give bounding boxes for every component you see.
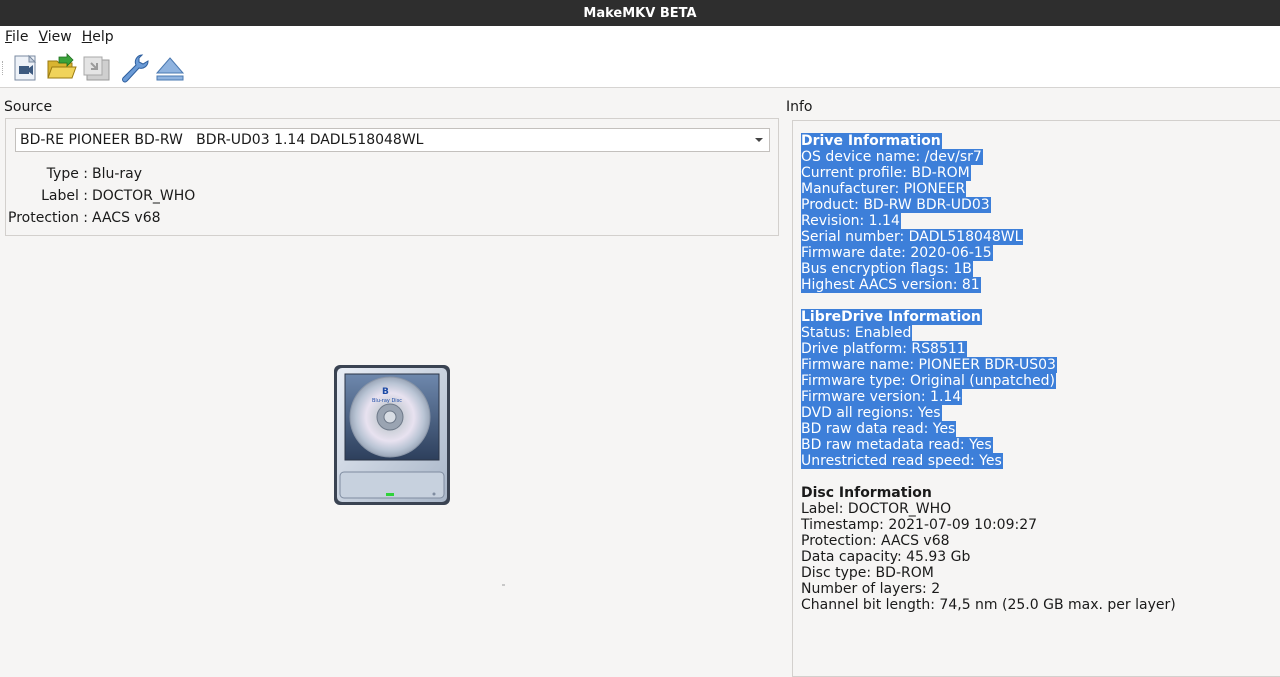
info-line: Current profile: BD-ROM bbox=[801, 165, 971, 181]
type-row: Type : Blu-ray bbox=[6, 164, 142, 184]
info-line: Highest AACS version: 81 bbox=[801, 277, 981, 293]
menu-bar: File View Help bbox=[0, 26, 1280, 47]
drive-select[interactable]: BD-RE PIONEER BD-RW BDR-UD03 1.14 DADL51… bbox=[15, 128, 770, 152]
info-line: OS device name: /dev/sr7 bbox=[801, 149, 983, 165]
info-line: BD raw metadata read: Yes bbox=[801, 437, 993, 453]
toolbar-grip[interactable] bbox=[2, 61, 5, 75]
backup-button[interactable] bbox=[81, 52, 113, 84]
info-line: Disc type: BD-ROM bbox=[801, 565, 934, 581]
source-panel: BD-RE PIONEER BD-RW BDR-UD03 1.14 DADL51… bbox=[5, 118, 779, 236]
splitter-handle[interactable] bbox=[502, 584, 505, 586]
drive-select-value: BD-RE PIONEER BD-RW BDR-UD03 1.14 DADL51… bbox=[20, 132, 424, 148]
info-line: Bus encryption flags: 1B bbox=[801, 261, 973, 277]
type-value: Blu-ray bbox=[92, 166, 143, 182]
drive-info-heading: Drive Information bbox=[801, 133, 942, 149]
type-label: Type : bbox=[46, 166, 88, 182]
open-files-icon bbox=[47, 53, 77, 79]
info-line: Drive platform: RS8511 bbox=[801, 341, 967, 357]
info-line: Revision: 1.14 bbox=[801, 213, 901, 229]
info-line: BD raw data read: Yes bbox=[801, 421, 957, 437]
label-row: Label : DOCTOR_WHO bbox=[6, 186, 195, 206]
menu-view[interactable]: View bbox=[33, 29, 76, 45]
chevron-down-icon[interactable] bbox=[755, 138, 763, 142]
source-panel-title: Source bbox=[4, 99, 53, 115]
info-line: Serial number: DADL518048WL bbox=[801, 229, 1024, 245]
eject-button[interactable] bbox=[154, 52, 186, 84]
menu-help[interactable]: Help bbox=[77, 29, 119, 45]
protection-row: Protection : AACS v68 bbox=[6, 208, 161, 228]
info-line: Firmware name: PIONEER BDR-US03 bbox=[801, 357, 1057, 373]
info-panel-title: Info bbox=[786, 99, 813, 115]
info-line: Firmware version: 1.14 bbox=[801, 389, 963, 405]
libredrive-info-heading: LibreDrive Information bbox=[801, 309, 982, 325]
info-panel: Drive Information OS device name: /dev/s… bbox=[792, 120, 1280, 677]
info-line: Number of layers: 2 bbox=[801, 581, 941, 597]
info-line: Channel bit length: 74,5 nm (25.0 GB max… bbox=[801, 597, 1176, 613]
disc-info-heading: Disc Information bbox=[801, 485, 932, 501]
info-text[interactable]: Drive Information OS device name: /dev/s… bbox=[801, 133, 1176, 613]
info-line: Unrestricted read speed: Yes bbox=[801, 453, 1003, 469]
protection-label: Protection : bbox=[8, 210, 88, 226]
info-line: Timestamp: 2021-07-09 10:09:27 bbox=[801, 517, 1038, 533]
label-value: DOCTOR_WHO bbox=[92, 188, 196, 204]
eject-icon bbox=[155, 57, 185, 81]
wrench-icon bbox=[122, 54, 149, 83]
protection-value: AACS v68 bbox=[92, 210, 161, 226]
open-files-button[interactable] bbox=[45, 52, 77, 84]
open-disc-icon bbox=[14, 54, 37, 81]
info-line: Product: BD-RW BDR-UD03 bbox=[801, 197, 991, 213]
bluray-drive-icon: B Blu-ray Disc bbox=[330, 362, 454, 508]
open-disc-button[interactable] bbox=[10, 52, 42, 84]
window-title-bar: MakeMKV BETA bbox=[0, 0, 1280, 26]
toolbar bbox=[0, 47, 1280, 88]
svg-text:Blu-ray Disc: Blu-ray Disc bbox=[372, 398, 402, 404]
info-line: DVD all regions: Yes bbox=[801, 405, 942, 421]
info-line: Data capacity: 45.93 Gb bbox=[801, 549, 971, 565]
info-line: Firmware type: Original (unpatched) bbox=[801, 373, 1056, 389]
svg-text:B: B bbox=[382, 387, 389, 397]
info-line: Firmware date: 2020-06-15 bbox=[801, 245, 993, 261]
info-line: Label: DOCTOR_WHO bbox=[801, 501, 952, 517]
backup-icon bbox=[83, 56, 110, 81]
label-label: Label : bbox=[41, 188, 88, 204]
info-line: Status: Enabled bbox=[801, 325, 913, 341]
preferences-button[interactable] bbox=[118, 52, 150, 84]
menu-file[interactable]: File bbox=[0, 29, 33, 45]
info-line: Manufacturer: PIONEER bbox=[801, 181, 967, 197]
info-line: Protection: AACS v68 bbox=[801, 533, 950, 549]
window-title: MakeMKV BETA bbox=[583, 5, 697, 21]
